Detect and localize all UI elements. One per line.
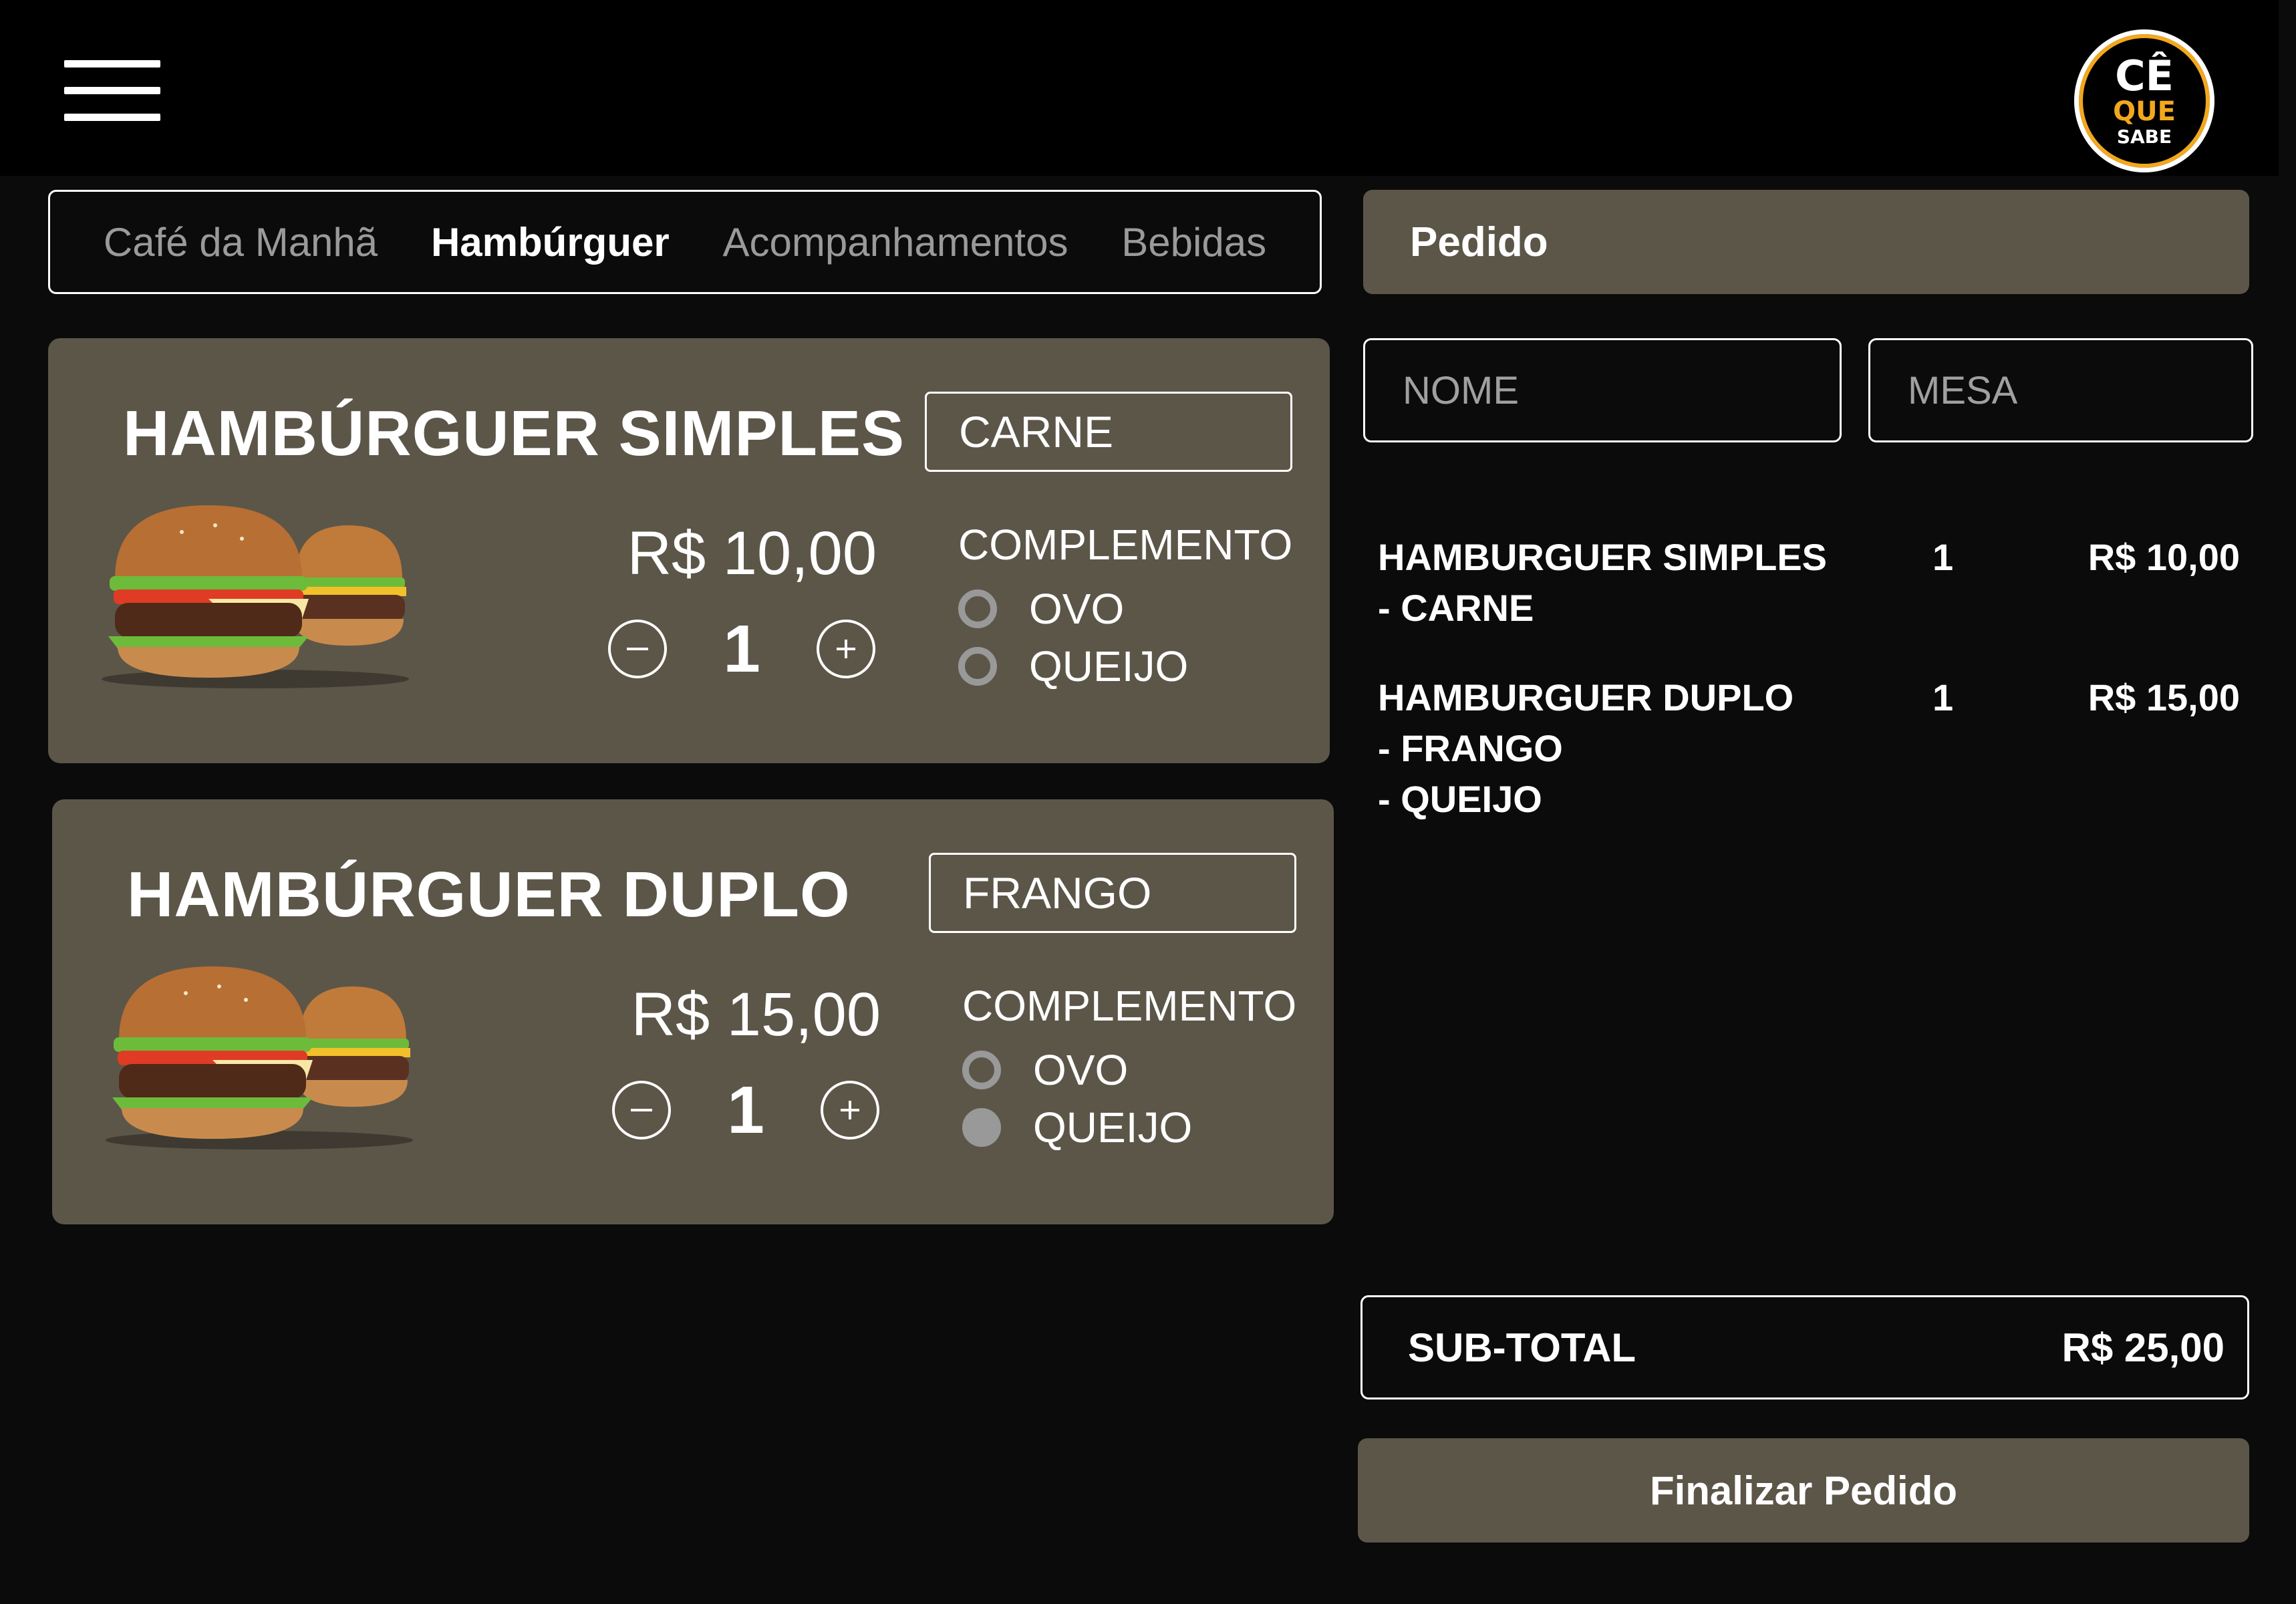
order-item-line: HAMBURGUER DUPLO [1378,676,1794,718]
order-item-line: HAMBURGUER SIMPLES [1378,536,1828,578]
order-item-qty: 1 [1932,676,1954,718]
logo-text-line1: CÊ [2115,51,2174,100]
option-label: QUEIJO [1033,1103,1193,1152]
name-input[interactable] [1363,338,1842,442]
complement-label: COMPLEMENTO [962,982,1297,1030]
tab-cafe-da-manha[interactable]: Café da Manhã [104,219,378,265]
minus-icon [627,648,648,650]
product-card-simples: HAMBÚRGUER SIMPLES R$ 10,00 1 CARNE COMP… [48,338,1330,763]
option-queijo[interactable]: QUEIJO [958,642,1189,690]
order-item-price: R$ 15,00 [2088,676,2240,718]
logo-text-line2: QUE [2113,96,2176,127]
tab-hamburguer[interactable]: Hambúrguer [431,219,670,265]
increment-button[interactable] [821,1081,879,1140]
burger-image [102,505,409,688]
complement-label: COMPLEMENTO [958,521,1293,569]
category-tabs: Café da Manhã Hambúrguer Acompanhamentos… [48,190,1322,294]
order-item-qty: 1 [1932,536,1954,578]
subtotal-box: SUB-TOTAL R$ 25,00 [1360,1295,2249,1399]
burger-image [106,966,413,1150]
order-item-line: - FRANGO [1378,727,1563,769]
decrement-button[interactable] [612,1081,671,1140]
order-item-name: HAMBURGUER SIMPLES - CARNE [1378,532,1859,634]
hamburger-menu-icon[interactable] [64,57,160,124]
option-label: QUEIJO [1029,642,1189,690]
order-item-line: - CARNE [1378,587,1534,629]
option-queijo[interactable]: QUEIJO [962,1103,1193,1152]
radio-button[interactable] [962,1051,1001,1089]
order-item-line: - QUEIJO [1378,778,1542,820]
plus-icon [841,1101,859,1119]
radio-button[interactable] [958,589,997,628]
option-ovo[interactable]: OVO [962,1046,1129,1094]
radio-button-selected[interactable] [962,1108,1001,1147]
option-label: OVO [1033,1046,1129,1094]
plus-icon [837,640,855,658]
protein-select[interactable]: CARNE [925,392,1292,472]
subtotal-value: R$ 25,00 [2061,1325,2225,1370]
quantity-value: 1 [723,611,760,686]
order-item-price: R$ 10,00 [2088,536,2240,578]
decrement-button[interactable] [608,620,667,678]
tab-bebidas[interactable]: Bebidas [1121,219,1266,265]
subtotal-label: SUB-TOTAL [1408,1325,1636,1370]
tab-acompanhamentos[interactable]: Acompanhamentos [722,219,1068,265]
quantity-stepper: 1 [608,612,875,686]
finalize-order-button[interactable]: Finalizar Pedido [1358,1438,2249,1543]
product-price: R$ 10,00 [627,519,877,587]
product-title: HAMBÚRGUER DUPLO [127,859,851,930]
increment-button[interactable] [817,620,875,678]
logo-text-line3: SABE [2116,126,2172,148]
minus-icon [631,1109,652,1111]
radio-button[interactable] [958,647,997,686]
product-price: R$ 15,00 [631,980,881,1049]
option-ovo[interactable]: OVO [958,585,1125,633]
order-header: Pedido [1363,190,2249,294]
option-label: OVO [1029,585,1125,633]
product-title: HAMBÚRGUER SIMPLES [123,398,905,469]
quantity-value: 1 [727,1072,764,1148]
protein-select[interactable]: FRANGO [929,853,1296,933]
top-bar: CÊ QUE SABE [0,0,2279,176]
quantity-stepper: 1 [612,1072,879,1148]
table-input[interactable] [1868,338,2253,442]
brand-logo: CÊ QUE SABE [2074,29,2214,172]
product-card-duplo: HAMBÚRGUER DUPLO R$ 15,00 1 FRANGO COMPL… [52,799,1334,1224]
order-item-name: HAMBURGUER DUPLO - FRANGO - QUEIJO [1378,672,1859,825]
